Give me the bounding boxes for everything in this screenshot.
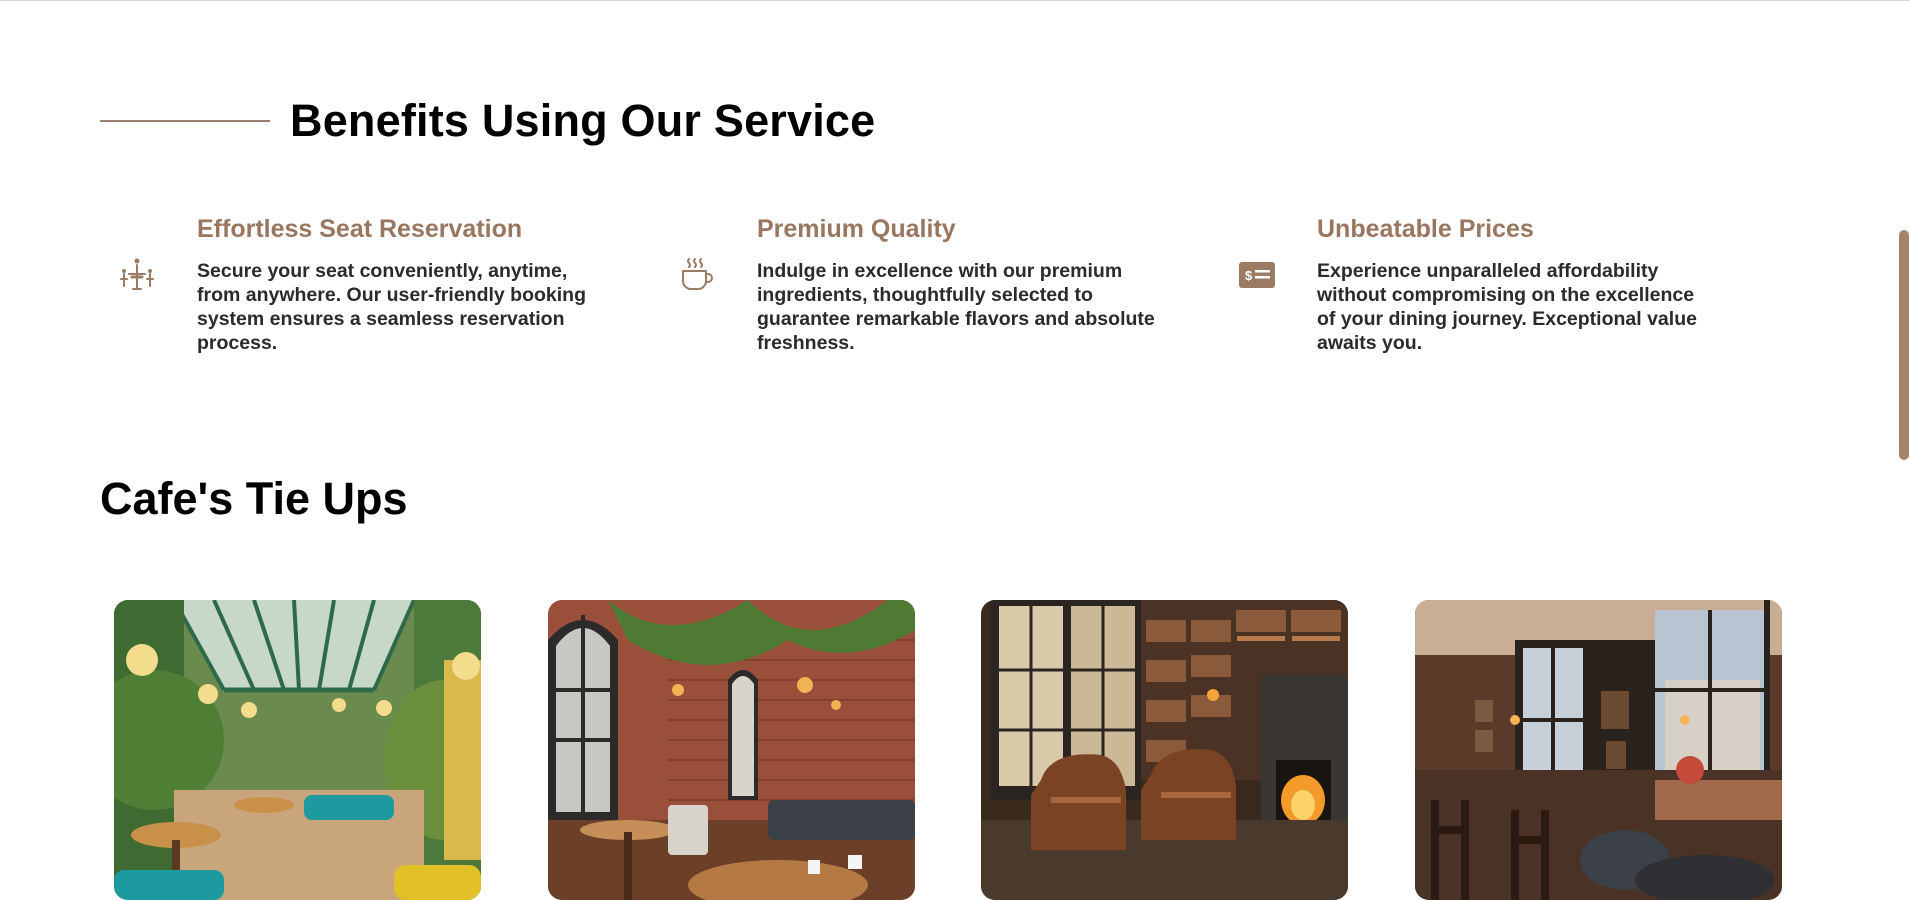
top-divider bbox=[0, 0, 1910, 1]
library-fireplace-cafe-photo[interactable] bbox=[981, 600, 1348, 900]
benefit-unbeatable-prices: $ Unbeatable Prices Experience unparalle… bbox=[1220, 214, 1697, 364]
brick-wall-cafe-photo[interactable] bbox=[548, 600, 915, 900]
tie-ups-heading: Cafe's Tie Ups bbox=[100, 473, 408, 524]
benefit-title: Effortless Seat Reservation bbox=[197, 215, 523, 243]
window-view-cafe-photo[interactable] bbox=[1415, 600, 1782, 900]
header-accent-line bbox=[100, 119, 270, 122]
benefit-title: Premium Quality bbox=[757, 215, 956, 243]
svg-text:$: $ bbox=[1245, 268, 1253, 283]
greenhouse-cafe-photo[interactable] bbox=[114, 600, 481, 900]
seat-reservation-icon bbox=[118, 256, 156, 294]
benefit-seat-reservation: Effortless Seat Reservation Secure your … bbox=[100, 214, 586, 364]
scrollbar-thumb[interactable] bbox=[1899, 230, 1909, 460]
benefit-description: Secure your seat conveniently, anytime, … bbox=[197, 260, 586, 354]
coffee-cup-icon bbox=[678, 256, 716, 294]
benefits-header: Benefits Using Our Service bbox=[100, 98, 875, 143]
page-scrollbar[interactable] bbox=[1896, 0, 1910, 885]
benefit-description: Experience unparalleled affordability wi… bbox=[1317, 260, 1697, 354]
benefit-description: Indulge in excellence with our premium i… bbox=[757, 260, 1155, 354]
price-tag-icon: $ bbox=[1238, 256, 1276, 294]
benefit-premium-quality: Premium Quality Indulge in excellence wi… bbox=[660, 214, 1155, 364]
benefits-heading: Benefits Using Our Service bbox=[290, 95, 876, 146]
benefit-title: Unbeatable Prices bbox=[1317, 215, 1534, 243]
